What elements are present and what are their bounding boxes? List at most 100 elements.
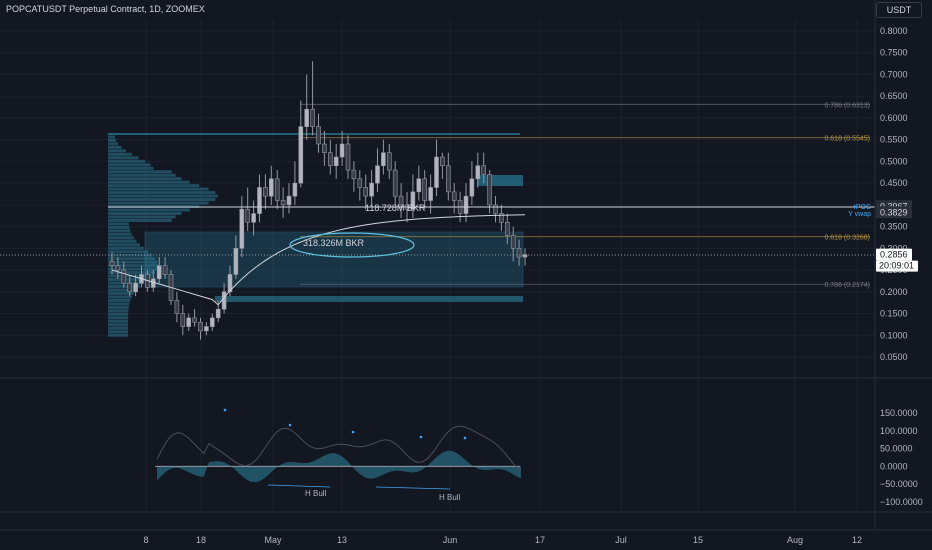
bkr-top-label: 118.728M BKR [365,203,426,213]
candle-body-down [274,178,280,201]
price-tick-label: 0.6500 [880,91,908,101]
price-markers: 0.39670.38290.285620:09:01 [876,200,918,272]
volume-profile-bar [108,236,134,240]
osc-tick-label: 100.0000 [880,426,918,436]
candle-body-up [475,165,481,180]
price-axis[interactable]: 0.8000 0.7500 0.7000 0.6500 0.6000 0.5500 0.50… [880,26,908,362]
candle [327,139,333,175]
divergence-line [375,486,451,490]
volume-profile-bar [108,295,132,299]
candle [322,130,327,166]
candle-body-up [416,178,422,193]
volume-profile-bar [108,288,137,292]
candle [469,161,475,205]
osc-tick-label: 0.0000 [880,461,908,471]
candle [198,317,203,340]
candle-body-up [428,187,433,201]
volume-profile-bar [108,135,116,139]
volume-profile-bar [108,163,151,167]
candle-body-down [386,152,392,171]
volume-profile-bar [108,156,139,160]
price-tick-label: 0.7500 [880,48,908,58]
candle [180,304,186,336]
candle [522,248,528,266]
candle [451,183,457,214]
time-tick-label: May [264,535,282,545]
volume-profile-bar [108,243,140,247]
volume-profile-bar [108,232,132,236]
volume-profile-bar [108,211,182,215]
oscillator-axis[interactable]: 150.0000 100.0000 50.0000 0.0000 −50.0000 −10… [880,408,923,507]
divergence-label: H Bull [305,489,327,498]
candle-body-down [245,208,250,223]
divergence-dot [351,430,355,434]
divergence-dot [419,435,423,439]
candle-body-down [422,178,428,201]
price-tick-label: 0.1500 [880,309,908,319]
fib-label: 0.786 (0.2174) [824,282,870,289]
candle-body-down [127,282,132,293]
candle-body-up [292,182,298,197]
candle [304,74,310,140]
candle-body-down [451,191,457,201]
candle [245,187,250,231]
candle-body-down [322,143,327,154]
volume-profile-bar [108,152,132,156]
candle [351,161,357,192]
time-tick-label: 15 [693,535,703,545]
candle-body-down [109,261,115,267]
candle [286,183,292,214]
price-tick-label: 0.4500 [880,178,908,188]
candle [263,174,268,210]
volume-profile-bar [108,138,117,142]
candle-body-down [162,265,168,275]
candle [339,130,345,166]
time-tick-label: Jun [443,535,458,545]
volume-profile-bar [108,187,209,191]
volume-profile-bar [108,208,190,212]
candle [369,170,374,205]
divergence-label: H Bull [439,493,461,502]
fib-label: 0.618 (0.3268) [824,235,870,242]
candle [493,196,498,223]
volume-profile-bar [108,145,122,149]
fib-label: 0.786 (0.6313) [824,102,870,109]
candle-body-down [310,108,315,127]
volume-profile-bar [108,201,209,205]
candle [298,100,304,188]
divergence-dot [288,423,292,427]
candle [333,144,339,179]
candle-body-down [445,165,451,193]
chart-canvas[interactable]: 0.786 (0.6313) 0.618 (0.5545) 0.618 (0.326… [0,0,932,550]
volume-profile-bar [108,177,182,181]
candle-body-down [481,165,487,175]
time-axis[interactable]: 8 18 May 13 Jun 17 Jul 15 Aug 12 [143,535,862,545]
candle [416,165,422,201]
time-tick-label: 8 [143,535,148,545]
currency-button[interactable]: USDT [876,2,922,18]
candle-body-up [210,317,215,327]
candle [204,322,209,336]
volume-profile-bar [108,166,154,170]
price-tick-label: 0.3500 [880,222,908,232]
candle [316,113,321,153]
candle-body-up [298,126,304,184]
candle-body-up [133,282,138,293]
oscillator-pane: H Bull H Bull [155,408,522,502]
candle-body-down [263,187,268,197]
candle-body-up [463,195,469,214]
volume-profile-bar [108,173,176,177]
candle-body-down [198,321,203,332]
candle-body-down [504,221,510,236]
osc-tick-label: 50.0000 [880,444,913,454]
candle-body-up [381,152,386,167]
volume-profile-bar [108,180,190,184]
fib-label: 0.618 (0.5545) [824,136,870,143]
divergence-dot [463,436,467,440]
price-tick-label: 0.1000 [880,330,908,340]
candle [274,170,280,210]
volume-profile-bar [108,170,172,174]
time-tick-label: 18 [196,535,206,545]
osc-tick-label: −100.0000 [880,497,923,507]
candle [381,139,386,175]
